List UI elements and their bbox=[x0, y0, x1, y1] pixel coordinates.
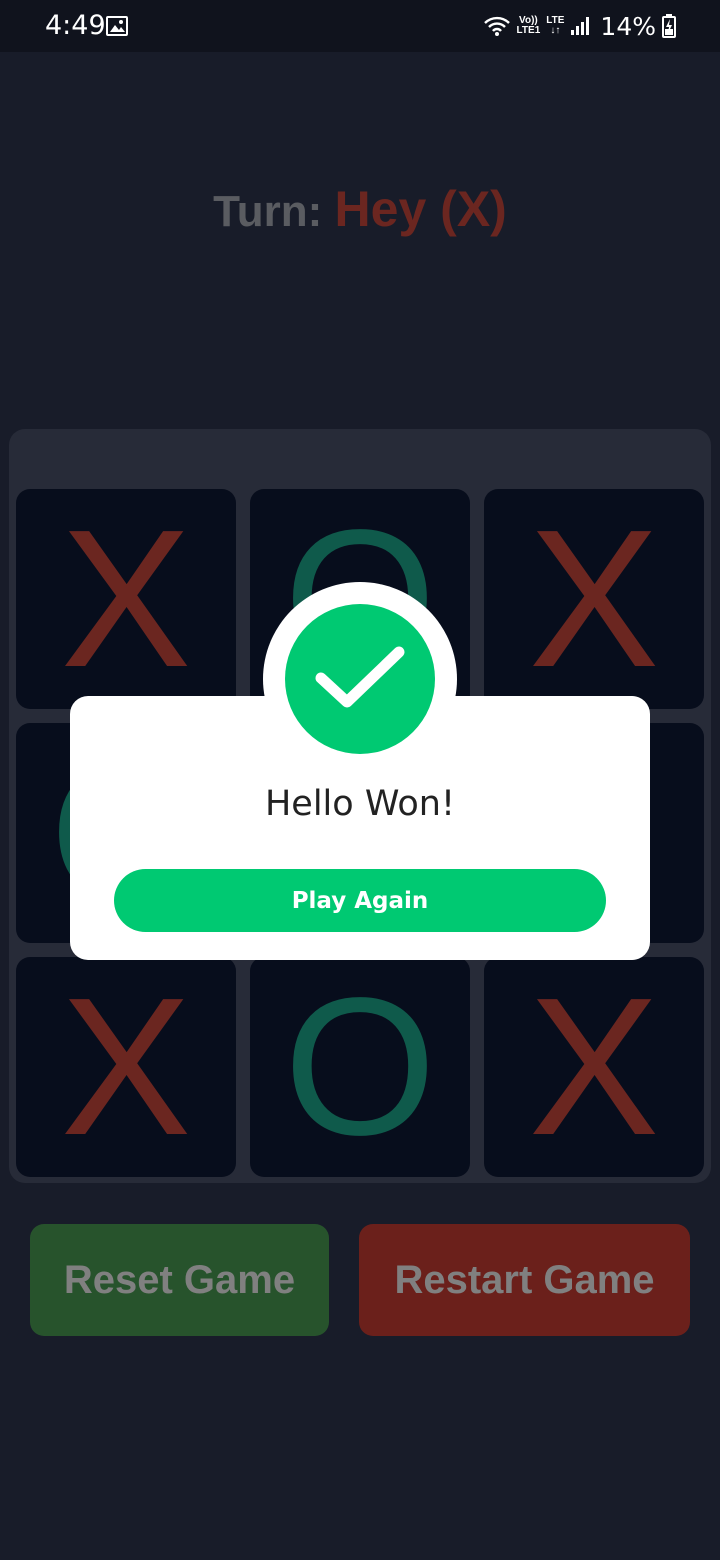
status-icons: Vo)) LTE1 LTE ↓↑ 14% bbox=[483, 8, 676, 44]
board-cell[interactable]: X bbox=[16, 957, 236, 1177]
gallery-icon bbox=[106, 16, 128, 36]
turn-label: Turn: bbox=[213, 187, 323, 236]
cell-mark: X bbox=[60, 957, 192, 1176]
status-time: 4:49 bbox=[45, 10, 106, 41]
battery-percent: 14% bbox=[600, 11, 656, 41]
check-icon bbox=[315, 646, 405, 708]
lte-indicator: LTE ↓↑ bbox=[546, 15, 565, 36]
restart-game-button[interactable]: Restart Game bbox=[359, 1224, 690, 1336]
board-cell[interactable]: X bbox=[484, 957, 704, 1177]
signal-icon bbox=[571, 17, 590, 35]
cell-mark: X bbox=[528, 489, 660, 708]
wifi-icon bbox=[483, 16, 510, 36]
success-badge bbox=[285, 604, 435, 754]
volte-indicator: Vo)) LTE1 bbox=[516, 15, 541, 36]
board-cell[interactable]: X bbox=[16, 489, 236, 709]
reset-game-button[interactable]: Reset Game bbox=[30, 1224, 329, 1336]
play-again-button[interactable]: Play Again bbox=[114, 869, 606, 932]
cell-mark: O bbox=[283, 957, 437, 1176]
turn-indicator: Turn: Hey (X) bbox=[0, 180, 720, 238]
board-cell[interactable]: O bbox=[250, 957, 470, 1177]
turn-player: Hey (X) bbox=[334, 181, 507, 237]
cell-mark: X bbox=[528, 957, 660, 1176]
status-bar: 4:49 Vo)) LTE1 LTE ↓↑ 14% bbox=[0, 0, 720, 52]
board-cell[interactable]: X bbox=[484, 489, 704, 709]
battery-charging-icon bbox=[662, 14, 676, 38]
dialog-title: Hello Won! bbox=[264, 784, 456, 824]
cell-mark: X bbox=[60, 489, 192, 708]
